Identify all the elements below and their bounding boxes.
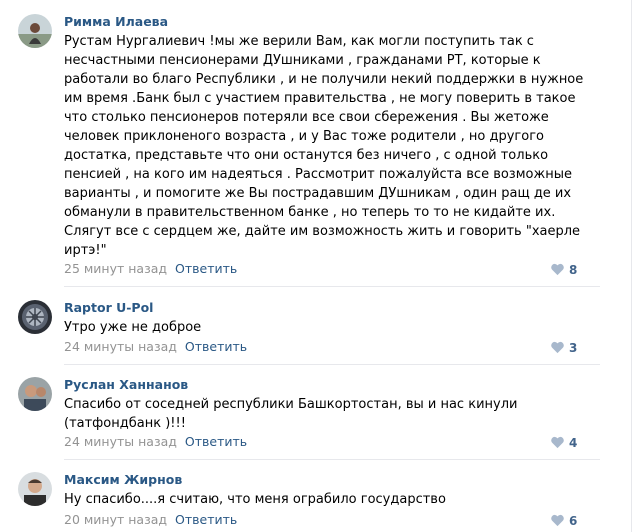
heart-icon bbox=[551, 436, 564, 449]
like-count: 4 bbox=[569, 436, 578, 450]
like-button[interactable]: 4 bbox=[550, 435, 577, 451]
like-count: 8 bbox=[569, 263, 578, 277]
comment-text: Утро уже не доброе bbox=[64, 320, 202, 335]
comment-author[interactable]: Raptor U-Pol bbox=[64, 300, 153, 316]
separator bbox=[64, 459, 600, 460]
heart-icon bbox=[551, 514, 564, 527]
comment-time[interactable]: 20 минут назад bbox=[64, 512, 167, 527]
comment-author[interactable]: Максим Жирнов bbox=[64, 472, 182, 488]
avatar-photo bbox=[18, 472, 52, 506]
like-button[interactable]: 8 bbox=[550, 262, 577, 278]
comment-meta: 20 минут назад Ответить bbox=[64, 512, 237, 528]
comment-item: Римма Илаева Рустам Нургалиевич !мы же в… bbox=[0, 14, 600, 299]
comment-time[interactable]: 24 минуты назад bbox=[64, 339, 177, 354]
separator bbox=[64, 286, 600, 287]
like-button[interactable]: 6 bbox=[550, 513, 577, 529]
comment-meta: 25 минут назад Ответить bbox=[64, 261, 237, 277]
comment-author[interactable]: Руслан Ханнанов bbox=[64, 377, 188, 393]
comment-item: Максим Жирнов Ну спасибо....я считаю, чт… bbox=[0, 472, 600, 532]
comment-author[interactable]: Римма Илаева bbox=[64, 14, 168, 30]
avatar-photo bbox=[18, 14, 52, 48]
comment-meta: 24 минуты назад Ответить bbox=[64, 434, 247, 450]
reply-button[interactable]: Ответить bbox=[185, 339, 247, 354]
heart-icon bbox=[551, 341, 564, 354]
reply-button[interactable]: Ответить bbox=[175, 512, 237, 527]
avatar[interactable] bbox=[18, 300, 52, 334]
reply-button[interactable]: Ответить bbox=[175, 261, 237, 276]
reply-button[interactable]: Ответить bbox=[185, 434, 247, 449]
comment-text: Рустам Нургалиевич !мы же верили Вам, ка… bbox=[64, 34, 584, 258]
avatar[interactable] bbox=[18, 472, 52, 506]
heart-icon bbox=[551, 263, 564, 276]
comment-text: Спасибо от соседней республики Башкортос… bbox=[64, 397, 518, 431]
comment-item: Руслан Ханнанов Спасибо от соседней респ… bbox=[0, 377, 600, 457]
comment-meta: 24 минуты назад Ответить bbox=[64, 339, 247, 355]
comments-feed: Римма Илаева Рустам Нургалиевич !мы же в… bbox=[0, 0, 632, 532]
like-count: 3 bbox=[569, 341, 578, 355]
avatar-photo bbox=[18, 300, 52, 334]
separator bbox=[64, 364, 600, 365]
avatar[interactable] bbox=[18, 14, 52, 48]
comment-time[interactable]: 25 минут назад bbox=[64, 261, 167, 276]
avatar-photo bbox=[18, 377, 52, 411]
like-button[interactable]: 3 bbox=[550, 340, 577, 356]
like-count: 6 bbox=[569, 514, 578, 528]
comment-time[interactable]: 24 минуты назад bbox=[64, 434, 177, 449]
avatar[interactable] bbox=[18, 377, 52, 411]
comment-item: Raptor U-Pol Утро уже не доброе 24 минут… bbox=[0, 300, 600, 360]
comment-text: Ну спасибо....я считаю, что меня ограбил… bbox=[64, 492, 446, 507]
